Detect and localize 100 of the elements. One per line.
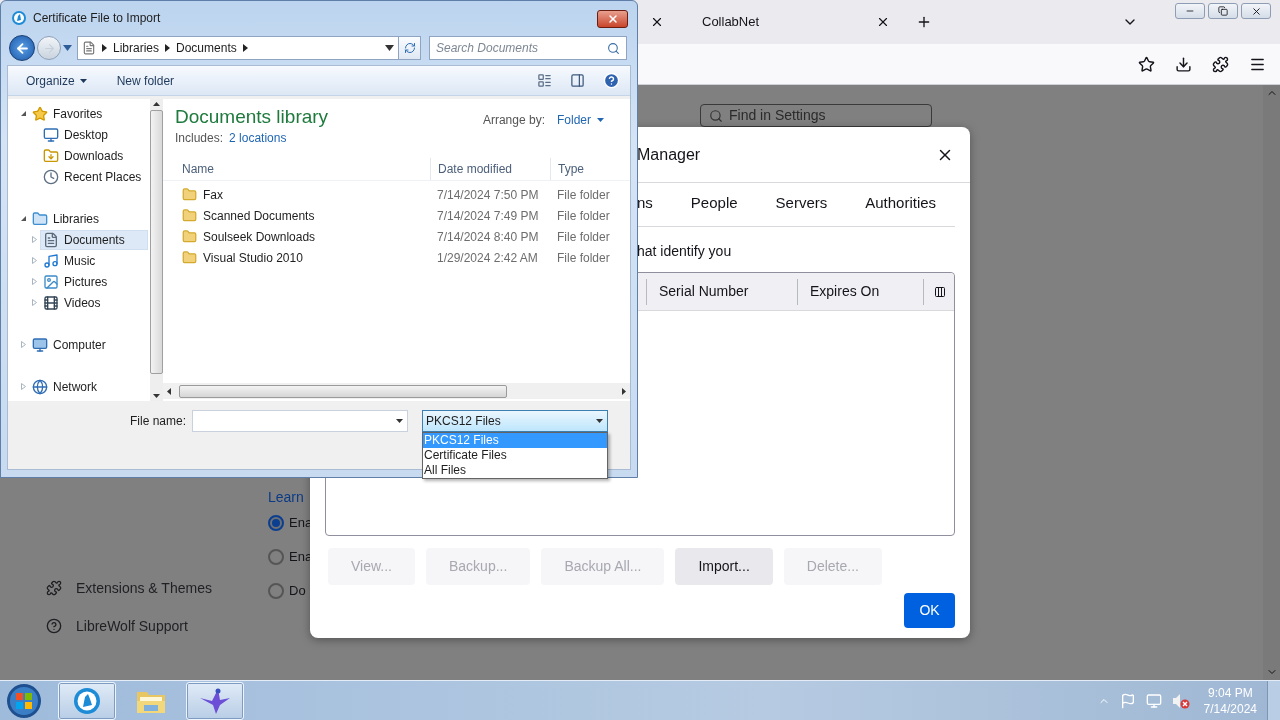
download-icon[interactable]	[1175, 55, 1192, 73]
column-header[interactable]: Serial Number	[646, 278, 797, 305]
tree-item[interactable]: Computer	[29, 334, 149, 355]
file-type-dropdown[interactable]: PKCS12 Files	[422, 410, 608, 432]
dialog-button[interactable]: Import...	[675, 548, 773, 585]
locations-link[interactable]: 2 locations	[229, 129, 287, 147]
column-picker-icon[interactable]	[934, 285, 946, 298]
arrange-dropdown[interactable]: Folder	[557, 111, 604, 129]
folder-icon	[182, 208, 197, 223]
scroll-down-icon[interactable]	[153, 394, 161, 398]
caret-icon	[596, 419, 603, 423]
file-name-field[interactable]	[192, 410, 408, 432]
expanded-arrow-icon[interactable]	[20, 110, 27, 117]
minimize-button[interactable]	[1175, 3, 1205, 19]
file-row[interactable]: Scanned Documents 7/14/2024 7:49 PM File folder	[175, 205, 630, 226]
search-icon	[709, 108, 723, 123]
search-icon	[607, 41, 620, 55]
column-header[interactable]: Name	[175, 158, 430, 180]
extensions-icon[interactable]	[1212, 55, 1229, 73]
column-header[interactable]: Type	[550, 158, 626, 180]
breadcrumb-item[interactable]: Documents	[176, 39, 237, 57]
caret-icon[interactable]	[396, 419, 403, 423]
address-bar[interactable]: Libraries Documents	[77, 36, 399, 60]
radio-button[interactable]	[268, 515, 284, 531]
taskbar-app-button[interactable]	[58, 681, 116, 720]
dialog-tab[interactable]: ns	[637, 183, 653, 226]
file-row[interactable]: Fax 7/14/2024 7:50 PM File folder	[175, 184, 630, 205]
muted-speaker-icon[interactable]	[1171, 692, 1190, 709]
globe-icon	[32, 378, 48, 395]
tree-item[interactable]: Pictures	[40, 271, 149, 292]
tree-item[interactable]: Favorites	[29, 103, 149, 124]
radio-label: Do	[289, 582, 306, 601]
music-note-icon	[43, 252, 59, 269]
tree-item[interactable]: Libraries	[29, 208, 149, 229]
search-field[interactable]: Find in Settings	[700, 104, 932, 127]
dialog-tab[interactable]: Servers	[775, 183, 828, 226]
column-header[interactable]: Date modified	[430, 158, 550, 180]
tree-item[interactable]: Downloads	[40, 145, 149, 166]
plus-icon	[916, 14, 932, 30]
tree-item[interactable]: Documents	[40, 229, 149, 250]
dialog-title: Manager	[637, 144, 701, 165]
horizontal-scrollbar[interactable]	[163, 383, 630, 399]
close-icon[interactable]	[876, 15, 890, 29]
close-window-button[interactable]	[1241, 3, 1271, 19]
start-orb-icon[interactable]	[4, 681, 44, 720]
radio-button[interactable]	[268, 549, 284, 565]
radio-button[interactable]	[268, 583, 284, 599]
list-option[interactable]: Certificate Files	[423, 448, 607, 463]
file-row[interactable]: Visual Studio 2010 1/29/2024 2:42 AM File folder	[175, 247, 630, 268]
close-icon	[650, 15, 664, 29]
list-option[interactable]: All Files	[423, 463, 607, 478]
search-field[interactable]: Search Documents	[429, 36, 627, 60]
dropdown-arrow-icon[interactable]	[385, 45, 394, 51]
refresh-icon	[403, 42, 416, 54]
taskbar-app-button[interactable]	[186, 681, 244, 720]
scroll-left-icon[interactable]	[167, 387, 171, 395]
separator-arrow-icon[interactable]	[165, 44, 171, 52]
folder-icon	[182, 229, 197, 244]
column-header[interactable]: Expires On	[797, 278, 923, 305]
scroll-right-icon[interactable]	[622, 387, 626, 395]
help-icon[interactable]	[603, 72, 620, 89]
separator-arrow-icon[interactable]	[242, 44, 248, 52]
tree-item[interactable]: Network	[29, 376, 149, 397]
wolf-logo-icon	[72, 685, 102, 716]
new-folder-button[interactable]: New folder	[116, 71, 175, 90]
includes-label: Includes:	[175, 130, 224, 147]
back-button[interactable]	[9, 35, 35, 61]
film-icon	[43, 294, 59, 311]
browser-tab[interactable]: CollabNet	[676, 4, 898, 40]
tree-item[interactable]: Desktop	[40, 124, 149, 145]
preview-pane-icon[interactable]	[570, 73, 585, 88]
file-name-label: File name:	[128, 413, 187, 430]
tree-item[interactable]: Music	[40, 250, 149, 271]
tree-item[interactable]: Videos	[40, 292, 149, 313]
ok-button[interactable]: OK	[904, 593, 955, 628]
bookmark-star-icon[interactable]	[1138, 55, 1155, 73]
scroll-up-icon[interactable]	[153, 102, 161, 106]
sidebar-item[interactable]: LibreWolf Support	[46, 616, 268, 636]
view-options-icon[interactable]	[537, 73, 552, 88]
tree-item[interactable]: Recent Places	[40, 166, 149, 187]
restore-icon	[1218, 6, 1228, 16]
expanded-arrow-icon[interactable]	[20, 215, 27, 222]
organize-button[interactable]: Organize	[26, 71, 87, 90]
dialog-tab[interactable]: Authorities	[865, 183, 937, 226]
monitor-icon	[43, 126, 59, 143]
close-button[interactable]	[597, 10, 628, 28]
folder-icon	[182, 187, 197, 202]
puzzle-icon	[46, 580, 62, 596]
restore-button[interactable]	[1208, 3, 1238, 19]
breadcrumb-item[interactable]: Libraries	[113, 39, 160, 57]
star-icon	[32, 105, 48, 122]
refresh-button[interactable]	[399, 36, 421, 60]
sidebar-item[interactable]: Extensions & Themes	[46, 578, 268, 598]
folder-icon	[32, 210, 48, 227]
separator-arrow-icon[interactable]	[102, 44, 107, 52]
library-title: Documents library	[175, 105, 329, 129]
close-icon	[1250, 5, 1262, 17]
file-row[interactable]: Soulseek Downloads 7/14/2024 8:40 PM File folder	[175, 226, 630, 247]
dialog-tab[interactable]: People	[690, 183, 738, 226]
scrollbar-thumb[interactable]	[179, 384, 507, 398]
